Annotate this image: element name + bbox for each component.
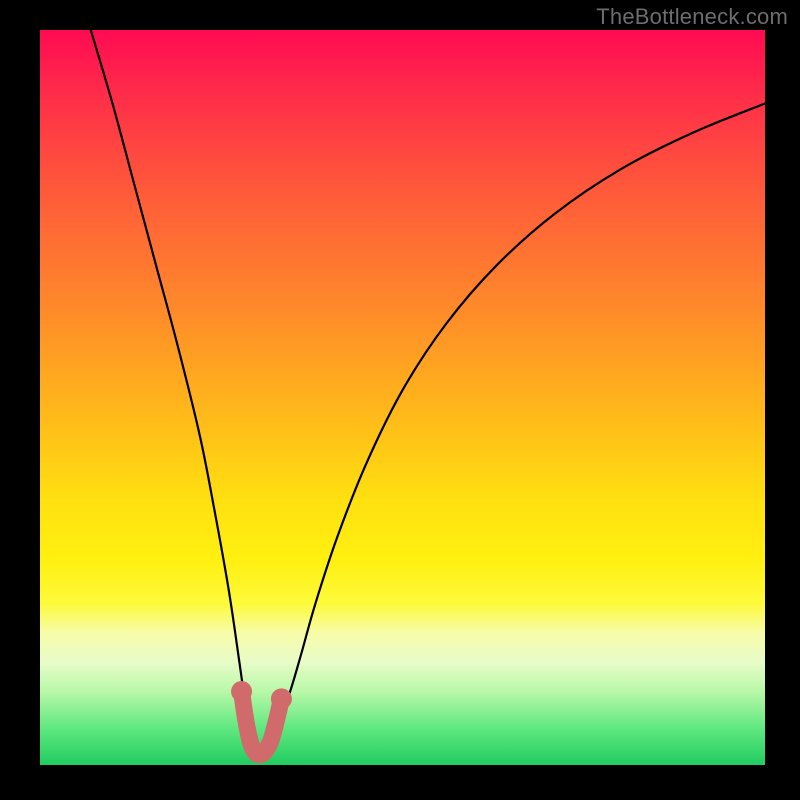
chart-svg: [40, 30, 765, 765]
highlight-endpoint: [271, 688, 292, 709]
watermark-text: TheBottleneck.com: [596, 4, 788, 30]
highlight-endpoint: [231, 681, 252, 702]
plot-area: [40, 30, 765, 765]
chart-frame: TheBottleneck.com: [0, 0, 800, 800]
main-curve: [91, 30, 765, 760]
